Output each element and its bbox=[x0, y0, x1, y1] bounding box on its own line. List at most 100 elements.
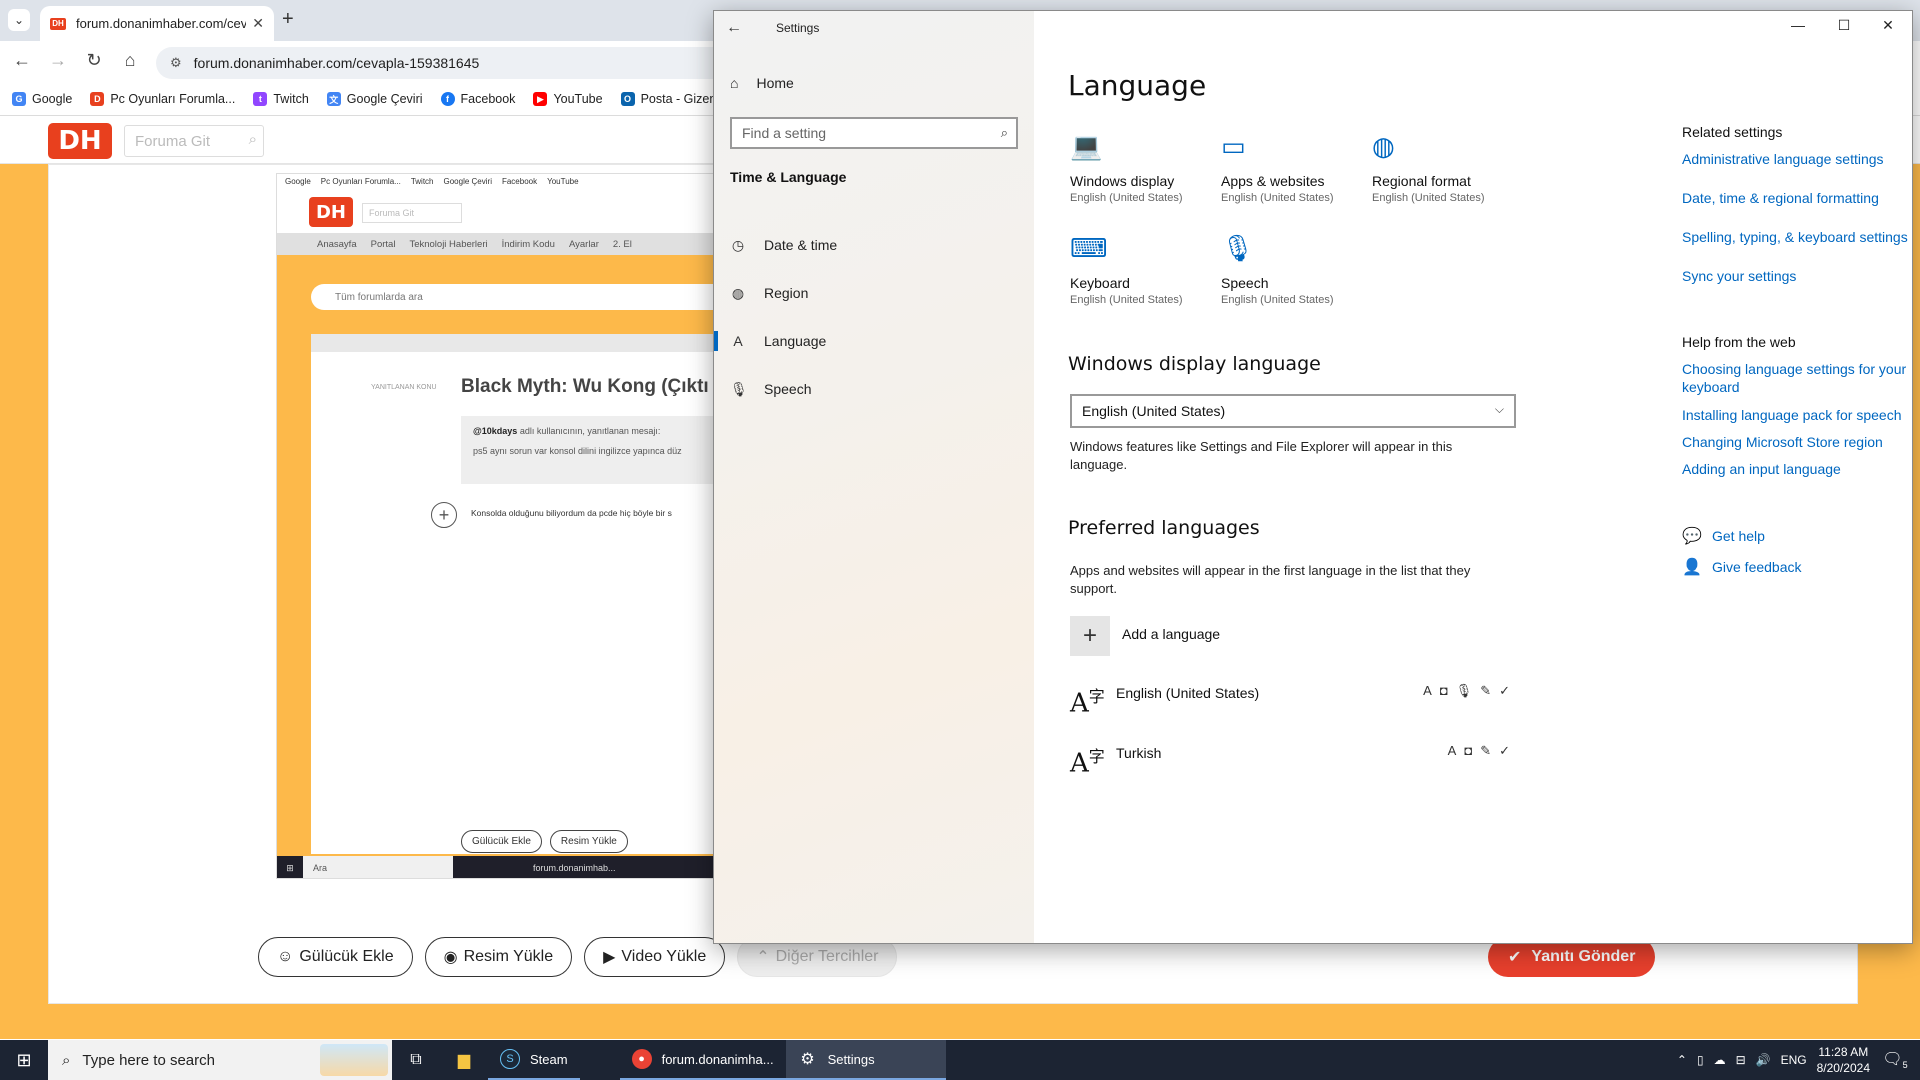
search-highlight-image bbox=[320, 1044, 388, 1076]
sidebar-item-date-time[interactable]: ◷ Date & time bbox=[714, 225, 1034, 265]
upload-video-button[interactable]: ▶ Video Yükle bbox=[584, 937, 726, 977]
handwriting-icon: ✎ bbox=[1480, 743, 1492, 758]
facebook-icon: f bbox=[440, 92, 455, 106]
embedded-taskbar: ⊞ Ara forum.donanimhab... bbox=[277, 856, 761, 878]
language-features: A ◘ ✎ ✓ bbox=[1448, 743, 1510, 759]
twitch-icon: t bbox=[253, 92, 268, 106]
find-setting-input[interactable]: Find a setting ⌕ bbox=[730, 117, 1018, 149]
link-help-keyboard[interactable]: Choosing language settings for your keyb… bbox=[1682, 360, 1912, 396]
give-feedback-link[interactable]: 👤 Give feedback bbox=[1682, 557, 1802, 577]
keyboard-icon: ⌨ bbox=[1070, 233, 1108, 263]
window-icon: ▭ bbox=[1221, 131, 1246, 161]
cloud-icon[interactable]: ☁ bbox=[1714, 1053, 1726, 1067]
tile-keyboard[interactable]: ⌨ Keyboard English (United States) bbox=[1070, 233, 1220, 306]
laptop-icon: 💻 bbox=[1070, 131, 1103, 161]
bookmark-google[interactable]: G Google bbox=[12, 92, 72, 106]
home-icon[interactable]: ⌂ bbox=[118, 50, 142, 71]
globe-icon: ◍ bbox=[731, 284, 745, 301]
device-icon[interactable]: ▯ bbox=[1697, 1053, 1704, 1067]
network-icon[interactable]: ⊟ bbox=[1736, 1053, 1746, 1067]
link-sync-settings[interactable]: Sync your settings bbox=[1682, 267, 1912, 285]
outlook-icon: O bbox=[620, 92, 635, 106]
back-arrow-icon[interactable]: ← bbox=[726, 19, 742, 37]
tile-apps-websites[interactable]: ▭ Apps & websites English (United States… bbox=[1221, 131, 1371, 204]
link-help-store-region[interactable]: Changing Microsoft Store region bbox=[1682, 433, 1912, 451]
new-tab-button[interactable]: + bbox=[282, 8, 294, 31]
file-explorer-icon[interactable]: ▆ bbox=[440, 1040, 488, 1080]
microphone-icon: 🎙 bbox=[730, 380, 748, 397]
language-row-turkish[interactable]: A字 Turkish A ◘ ✎ ✓ bbox=[1070, 743, 1516, 793]
sidebar-item-language[interactable]: A Language bbox=[714, 321, 1034, 361]
bookmark-facebook[interactable]: f Facebook bbox=[440, 92, 515, 106]
browser-tab-active[interactable]: DH forum.donanimhaber.com/ceva ✕ bbox=[40, 6, 274, 41]
date-time-icon: ◷ bbox=[731, 236, 745, 253]
link-help-input-language[interactable]: Adding an input language bbox=[1682, 460, 1912, 478]
plus-icon: + bbox=[1082, 622, 1097, 649]
back-arrow-icon[interactable]: ← bbox=[10, 50, 34, 71]
reload-icon[interactable]: ↻ bbox=[82, 50, 106, 71]
chevron-up-icon[interactable]: ⌃ bbox=[1677, 1053, 1687, 1067]
language-row-english[interactable]: A字 English (United States) A ◘ 🎙 ✎ ✓ bbox=[1070, 683, 1516, 733]
tile-windows-display[interactable]: 💻 Windows display English (United States… bbox=[1070, 131, 1220, 204]
forward-arrow-icon[interactable]: → bbox=[46, 50, 70, 71]
embedded-dh-logo: DH bbox=[309, 197, 353, 227]
add-language-button[interactable]: + bbox=[1070, 616, 1110, 656]
input-language[interactable]: ENG bbox=[1781, 1053, 1807, 1067]
bookmark-google-ceviri[interactable]: 文 Google Çeviri bbox=[326, 92, 423, 106]
bookmark-youtube[interactable]: ▶ YouTube bbox=[533, 92, 603, 106]
link-date-time-regional[interactable]: Date, time & regional formatting bbox=[1682, 189, 1912, 207]
related-settings-heading: Related settings bbox=[1682, 124, 1783, 140]
link-admin-language[interactable]: Administrative language settings bbox=[1682, 150, 1912, 168]
embedded-search-all: Tüm forumlarda ara bbox=[311, 284, 761, 310]
embedded-reply-label: YANITLANAN KONU bbox=[371, 384, 437, 391]
tab-close-icon[interactable]: ✕ bbox=[252, 15, 264, 32]
link-spelling-typing[interactable]: Spelling, typing, & keyboard settings bbox=[1682, 228, 1912, 246]
bookmark-pc-oyunlari[interactable]: D Pc Oyunları Forumla... bbox=[90, 92, 235, 106]
embedded-bookmarks: Google Pc Oyunları Forumla... Twitch Goo… bbox=[277, 174, 761, 189]
bookmark-twitch[interactable]: t Twitch bbox=[253, 92, 309, 106]
video-icon: ▶ bbox=[603, 949, 616, 966]
youtube-icon: ▶ bbox=[533, 92, 548, 106]
task-view-icon[interactable]: ⧉ bbox=[392, 1040, 440, 1080]
translate-icon: 文 bbox=[326, 92, 341, 106]
forum-search-input[interactable]: Foruma Git ⌕ bbox=[124, 125, 264, 157]
add-smiley-button[interactable]: ☺ Gülücük Ekle bbox=[258, 937, 413, 977]
upload-image-button[interactable]: ◉ Resim Yükle bbox=[424, 937, 573, 977]
address-url: forum.donanimhaber.com/cevapla-159381645 bbox=[193, 55, 480, 71]
dh-favicon-icon: DH bbox=[50, 17, 66, 30]
preferred-languages-description: Apps and websites will appear in the fir… bbox=[1070, 563, 1471, 596]
sidebar-item-speech[interactable]: 🎙 Speech bbox=[714, 369, 1034, 409]
taskbar-app-chrome[interactable]: ● forum.donanimha... bbox=[619, 1040, 786, 1080]
link-help-speech[interactable]: Installing language pack for speech bbox=[1682, 406, 1912, 424]
help-web-heading: Help from the web bbox=[1682, 334, 1796, 350]
taskbar-search-input[interactable]: ⌕ Type here to search bbox=[48, 1040, 392, 1080]
volume-icon[interactable]: 🔊 bbox=[1756, 1053, 1771, 1067]
add-language-label[interactable]: Add a language bbox=[1122, 626, 1220, 642]
text-to-speech-icon: ◘ bbox=[1464, 743, 1473, 758]
steam-icon: S bbox=[500, 1049, 520, 1069]
taskbar-clock[interactable]: 11:28 AM 8/20/2024 bbox=[1817, 1044, 1870, 1076]
dh-logo[interactable]: DH bbox=[48, 123, 112, 159]
tile-regional-format[interactable]: ◍ Regional format English (United States… bbox=[1372, 131, 1522, 204]
smiley-icon: ☺ bbox=[277, 948, 294, 965]
language-icon: A字 bbox=[1070, 747, 1105, 779]
tile-speech[interactable]: 🎙 Speech English (United States) bbox=[1221, 233, 1371, 306]
chat-help-icon: 💬 bbox=[1682, 528, 1702, 545]
taskbar-app-steam[interactable]: S Steam bbox=[488, 1040, 580, 1080]
windows-start-icon[interactable]: ⊞ bbox=[0, 1040, 48, 1080]
nav-section-title: Time & Language bbox=[730, 169, 847, 185]
display-language-dropdown[interactable]: English (United States) ⌵ bbox=[1070, 394, 1516, 428]
search-icon[interactable]: ⌕ bbox=[249, 131, 257, 148]
embedded-screenshot-image: Google Pc Oyunları Forumla... Twitch Goo… bbox=[276, 173, 762, 879]
tab-search-button[interactable]: ⌄ bbox=[8, 9, 30, 31]
search-icon[interactable]: ⌕ bbox=[1001, 125, 1008, 141]
windows-taskbar: ⊞ ⌕ Type here to search ⧉ ▆ S Steam ● fo… bbox=[0, 1040, 1920, 1080]
feedback-icon: 👤 bbox=[1682, 559, 1702, 576]
get-help-link[interactable]: 💬 Get help bbox=[1682, 526, 1765, 546]
nav-home[interactable]: ⌂ Home bbox=[730, 75, 794, 91]
notification-center-icon[interactable]: 🗨5 bbox=[1880, 1049, 1910, 1070]
sidebar-item-region[interactable]: ◍ Region bbox=[714, 273, 1034, 313]
display-language-heading: Windows display language bbox=[1068, 353, 1321, 375]
taskbar-app-settings[interactable]: ⚙ Settings bbox=[785, 1040, 946, 1080]
site-info-icon[interactable]: ⚙ bbox=[170, 55, 182, 71]
